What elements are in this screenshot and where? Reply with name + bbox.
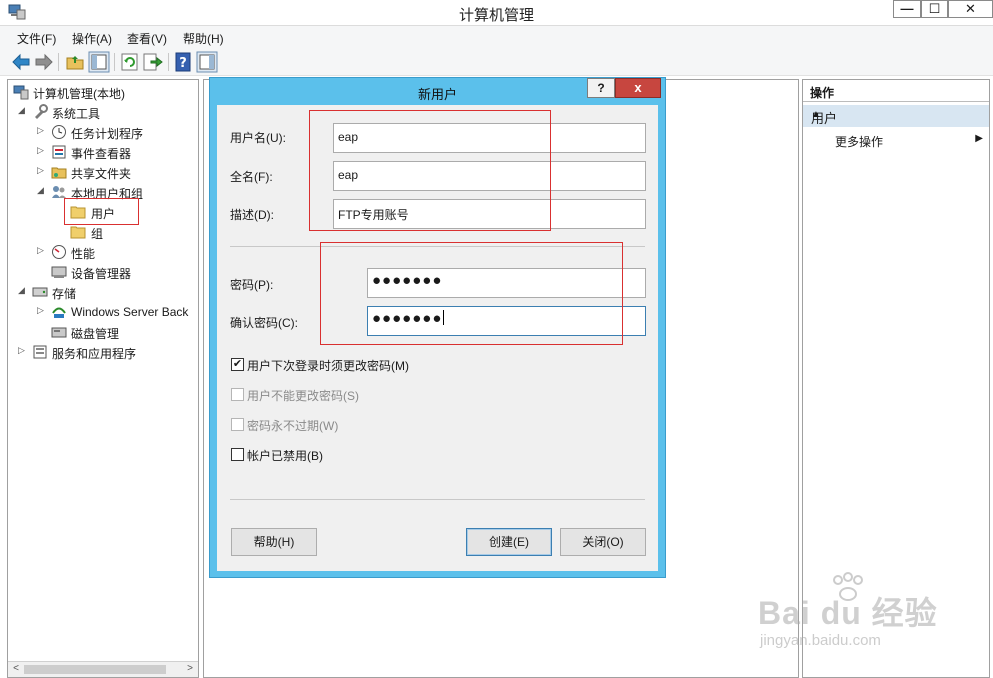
annotation-box-users — [64, 198, 139, 225]
confirm-password-label: 确认密码(C): — [230, 316, 298, 330]
back-arrow-icon[interactable] — [10, 51, 32, 73]
checkbox-checked-icon[interactable]: ✔ — [231, 358, 244, 371]
expand-arrow-icon[interactable]: ▷ — [18, 345, 28, 356]
minimize-button[interactable]: — — [893, 0, 921, 18]
collapse-arrow-icon[interactable]: ◢ — [37, 185, 47, 196]
tree-label: 设备管理器 — [71, 267, 132, 281]
more-actions-item[interactable]: 更多操作 ▶ — [803, 130, 989, 150]
dialog-divider — [230, 499, 645, 500]
menu-action[interactable]: 操作(A) — [72, 30, 112, 47]
menu-help[interactable]: 帮助(H) — [183, 30, 224, 47]
password-never-expires-checkbox: 密码永不过期(W) — [231, 417, 531, 433]
checkbox-icon[interactable] — [231, 448, 244, 461]
expand-arrow-icon[interactable]: ▷ — [37, 245, 47, 256]
tree-label: 系统工具 — [52, 107, 101, 121]
event-viewer-icon — [52, 145, 66, 159]
account-disabled-checkbox[interactable]: 帐户已禁用(B) — [231, 447, 531, 463]
scroll-right-icon[interactable]: > — [183, 663, 197, 674]
close-window-button[interactable]: ✕ — [948, 0, 993, 18]
help-icon[interactable]: ? — [173, 51, 195, 73]
tree-label: 组 — [91, 227, 104, 241]
actions-section-users[interactable]: 用户 ▲ — [803, 105, 989, 127]
services-icon — [33, 345, 47, 359]
checkbox-icon — [231, 388, 244, 401]
annotation-box-name-fields — [309, 110, 551, 231]
collapse-arrow-icon[interactable]: ◢ — [18, 285, 28, 296]
checkbox-icon — [231, 418, 244, 431]
password-label: 密码(P): — [230, 278, 274, 292]
collapse-arrow-icon[interactable]: ◢ — [18, 105, 28, 116]
show-action-pane-icon[interactable] — [196, 51, 218, 73]
forward-arrow-icon[interactable] — [33, 51, 55, 73]
menu-file[interactable]: 文件(F) — [17, 30, 56, 47]
close-icon: ✕ — [965, 1, 976, 16]
minimize-icon: — — [900, 1, 914, 16]
tree-horizontal-scrollbar[interactable]: < > — [8, 661, 198, 677]
performance-icon — [52, 245, 66, 259]
watermark-url: jingyan.baidu.com — [760, 632, 881, 649]
tree-label: Windows Server Back — [71, 305, 189, 319]
export-list-icon[interactable] — [142, 51, 164, 73]
tree-label: 计算机管理(本地) — [33, 87, 125, 101]
toolbar-separator — [58, 53, 59, 71]
scrollbar-thumb[interactable] — [24, 665, 166, 674]
tree-label: 服务和应用程序 — [52, 347, 137, 361]
collapse-triangle-icon[interactable]: ▲ — [811, 109, 983, 120]
username-label: 用户名(U): — [230, 131, 286, 145]
disk-icon — [51, 327, 67, 338]
close-button[interactable]: 关闭(O) — [560, 528, 646, 556]
toolbar-separator — [114, 53, 115, 71]
expand-arrow-icon[interactable]: ▷ — [37, 165, 47, 176]
actions-header: 操作 — [803, 80, 989, 102]
dialog-title-bar: 新用户 ? x — [210, 78, 665, 104]
fullname-label: 全名(F): — [230, 170, 273, 184]
cannot-change-password-checkbox: 用户不能更改密码(S) — [231, 387, 531, 403]
tools-icon — [35, 104, 48, 119]
tree-label: 存储 — [52, 287, 77, 301]
computer-icon — [13, 85, 29, 100]
dialog-close-button[interactable]: x — [615, 78, 661, 98]
toolbar: ? — [0, 48, 993, 76]
maximize-icon: ☐ — [928, 1, 941, 16]
help-button[interactable]: 帮助(H) — [231, 528, 317, 556]
window-title-bar: 计算机管理 — ☐ ✕ — [0, 0, 993, 26]
must-change-password-checkbox[interactable]: ✔ 用户下次登录时须更改密码(M) — [231, 357, 531, 373]
storage-icon — [32, 287, 48, 297]
menu-bar: 文件(F) 操作(A) 查看(V) 帮助(H) — [0, 26, 993, 48]
console-tree: 计算机管理(本地) ◢ 系统工具 ▷ 任务计划程序 ▷ 事件查看器 ▷ 共享文件… — [7, 79, 199, 678]
dialog-help-button[interactable]: ? — [587, 78, 615, 98]
expand-arrow-icon[interactable]: ▷ — [37, 125, 47, 136]
refresh-icon[interactable] — [119, 51, 141, 73]
create-button[interactable]: 创建(E) — [466, 528, 552, 556]
backup-icon — [52, 307, 66, 318]
up-folder-icon[interactable] — [64, 51, 86, 73]
watermark-brand: Bai du 经验 — [758, 595, 938, 631]
menu-view[interactable]: 查看(V) — [127, 30, 167, 47]
expand-arrow-icon[interactable]: ▷ — [37, 305, 47, 316]
tree-label: 磁盘管理 — [71, 327, 120, 341]
device-manager-icon — [51, 266, 67, 278]
baidu-watermark: Bai du 经验 jingyan.baidu.com — [758, 572, 958, 662]
clock-icon — [52, 125, 66, 139]
toolbar-separator — [168, 53, 169, 71]
description-label: 描述(D): — [230, 208, 274, 222]
tree-label: 任务计划程序 — [71, 127, 144, 141]
tree-label: 事件查看器 — [71, 147, 132, 161]
window-title: 计算机管理 — [458, 7, 534, 24]
show-hide-tree-icon[interactable] — [88, 51, 110, 73]
shared-folder-icon — [51, 167, 67, 179]
annotation-box-password-fields — [320, 242, 623, 345]
folder-icon — [70, 226, 86, 239]
tree-label: 性能 — [71, 247, 96, 261]
submenu-arrow-icon: ▶ — [975, 133, 983, 144]
maximize-button[interactable]: ☐ — [921, 0, 948, 18]
expand-arrow-icon[interactable]: ▷ — [37, 145, 47, 156]
svg-text:?: ? — [179, 56, 187, 71]
scroll-left-icon[interactable]: < — [9, 663, 23, 674]
tree-label: 共享文件夹 — [71, 167, 132, 181]
